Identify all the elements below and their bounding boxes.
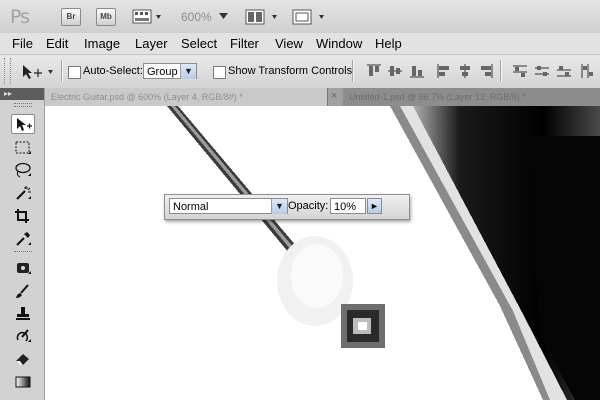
distribute-bottom-icon[interactable] <box>556 64 572 78</box>
arrange-documents-button[interactable] <box>245 8 281 26</box>
align-bottom-icon[interactable] <box>409 64 425 78</box>
opacity-value: 10% <box>334 201 357 213</box>
bridge-button[interactable]: Br <box>61 8 81 26</box>
gradient-tool[interactable] <box>11 372 35 392</box>
application-bar: Ps Br Mb 600% <box>0 0 600 34</box>
align-horizontal-center-icon[interactable] <box>457 64 473 78</box>
auto-select-label: Auto-Select: <box>83 65 143 77</box>
auto-select-value: Group <box>147 66 178 78</box>
close-tab-icon[interactable]: × <box>331 90 337 102</box>
align-vertical-center-icon[interactable] <box>387 64 403 78</box>
crop-icon <box>15 209 29 223</box>
menu-view[interactable]: View <box>275 36 303 51</box>
menu-image[interactable]: Image <box>84 36 120 51</box>
auto-select-dropdown[interactable]: Group ▼ <box>143 63 197 79</box>
options-separator <box>500 60 502 82</box>
menu-window[interactable]: Window <box>316 36 362 51</box>
brush-tool[interactable] <box>11 281 35 301</box>
document-tab-bar: Electric Guitar.psd @ 600% (Layer 4, RGB… <box>45 88 600 106</box>
menu-filter[interactable]: Filter <box>230 36 259 51</box>
stamp-icon <box>16 307 30 320</box>
view-extras-button[interactable] <box>132 8 164 26</box>
screen-mode-button[interactable] <box>292 8 328 26</box>
opacity-slider-button[interactable]: ► <box>367 198 382 214</box>
collapse-arrows-icon[interactable]: ▸▸ <box>4 88 12 100</box>
show-transform-label: Show Transform Controls <box>228 65 353 77</box>
mini-bridge-button[interactable]: Mb <box>96 8 116 26</box>
opacity-input[interactable]: 10% <box>330 198 366 214</box>
distribute-vertical-center-icon[interactable] <box>534 64 550 78</box>
distribute-top-icon[interactable] <box>512 64 528 78</box>
brush-icon <box>16 284 29 298</box>
zoom-dropdown-icon[interactable] <box>219 13 228 19</box>
options-separator <box>61 60 63 82</box>
rectangular-marquee-icon <box>15 141 31 154</box>
show-transform-checkbox[interactable] <box>213 66 226 79</box>
menu-edit[interactable]: Edit <box>46 36 68 51</box>
zoom-level[interactable]: 600% <box>181 10 212 24</box>
menu-file[interactable]: File <box>12 36 33 51</box>
marquee-tool[interactable] <box>11 138 35 158</box>
film-strip-icon <box>132 9 161 24</box>
document-canvas[interactable] <box>45 106 600 400</box>
photoshop-logo: Ps <box>10 6 30 28</box>
document-tab-title: Untitled-1.psd @ 66.7% (Layer 13, RGB/8)… <box>349 92 526 102</box>
screen-mode-icon <box>292 9 324 25</box>
arrange-grid-icon <box>245 9 277 25</box>
distribute-left-icon[interactable] <box>580 64 596 78</box>
eyedropper-tool[interactable] <box>11 229 35 249</box>
menu-bar: File Edit Image Layer Select Filter View… <box>0 33 600 55</box>
menu-select[interactable]: Select <box>181 36 217 51</box>
eraser-icon <box>16 354 29 365</box>
options-separator <box>352 60 354 82</box>
lasso-icon <box>15 162 31 178</box>
align-left-icon[interactable] <box>436 64 452 78</box>
move-tool[interactable] <box>11 114 35 134</box>
history-brush-tool[interactable] <box>11 326 35 346</box>
document-tab-inactive[interactable]: Untitled-1.psd @ 66.7% (Layer 13, RGB/8)… <box>343 88 600 106</box>
clone-stamp-tool[interactable] <box>11 304 35 324</box>
document-tab-active[interactable]: Electric Guitar.psd @ 600% (Layer 4, RGB… <box>45 88 328 106</box>
eyedropper-icon <box>16 232 31 246</box>
menu-layer[interactable]: Layer <box>135 36 168 51</box>
bandage-icon <box>17 263 31 274</box>
move-tool-icon <box>17 118 32 131</box>
move-tool-icon <box>23 65 53 79</box>
auto-select-checkbox[interactable] <box>68 66 81 79</box>
chevron-down-icon: ▼ <box>180 64 196 79</box>
chevron-down-icon: ▼ <box>271 199 287 214</box>
spot-healing-tool[interactable] <box>11 258 35 278</box>
canvas-artwork <box>167 106 600 400</box>
arrow-right-icon: ► <box>370 201 379 211</box>
blend-mode-value: Normal <box>173 201 209 213</box>
tools-panel-header[interactable]: ▸▸ <box>0 88 44 100</box>
document-tab-title: Electric Guitar.psd @ 600% (Layer 4, RGB… <box>51 92 243 102</box>
tools-grip[interactable] <box>14 103 32 107</box>
eraser-tool[interactable] <box>11 349 35 369</box>
quick-selection-tool[interactable] <box>11 183 35 203</box>
opacity-label: Opacity: <box>288 200 329 212</box>
align-right-icon[interactable] <box>478 64 494 78</box>
tools-divider <box>14 251 32 254</box>
lasso-tool[interactable] <box>11 160 35 180</box>
history-brush-icon <box>16 329 31 342</box>
magic-wand-icon <box>16 186 31 200</box>
align-top-icon[interactable] <box>366 64 382 78</box>
crop-tool[interactable] <box>11 206 35 226</box>
options-bar: Auto-Select: Group ▼ Show Transform Cont… <box>0 55 600 89</box>
menu-help[interactable]: Help <box>375 36 402 51</box>
brush-options-panel: Normal ▼ Opacity: 10% ► <box>164 194 410 220</box>
tool-preset-picker[interactable] <box>20 63 58 81</box>
options-bar-grip[interactable] <box>4 58 11 84</box>
blend-mode-dropdown[interactable]: Normal ▼ <box>169 198 288 214</box>
gradient-icon <box>15 376 31 388</box>
